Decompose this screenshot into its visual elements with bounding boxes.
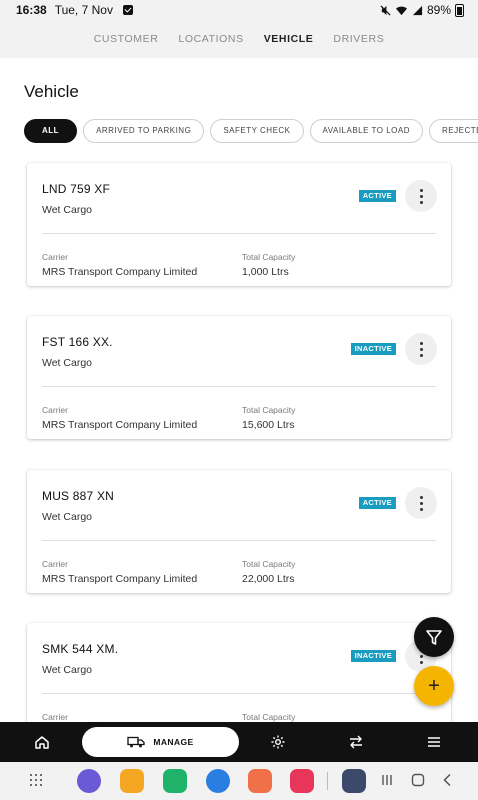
filter-icon: [426, 630, 442, 645]
filter-chip-safety-check[interactable]: SAFETY CHECK: [210, 119, 304, 143]
tab-customer[interactable]: CUSTOMER: [84, 33, 169, 45]
vehicle-cargo-type: Wet Cargo: [42, 664, 92, 676]
home-button-icon[interactable]: [411, 773, 425, 787]
wifi-icon: [395, 6, 407, 15]
status-badge: ACTIVE: [358, 497, 396, 509]
more-options-icon[interactable]: [405, 487, 437, 519]
card-divider: [42, 540, 436, 541]
plus-icon: +: [428, 675, 440, 697]
camera-app-icon[interactable]: [290, 769, 314, 793]
contacts-app-icon[interactable]: [248, 769, 272, 793]
nav-manage-button[interactable]: MANAGE: [82, 727, 239, 757]
signal-icon: [412, 5, 423, 15]
filter-fab[interactable]: [414, 617, 454, 657]
system-dock: [0, 762, 478, 800]
status-badge: INACTIVE: [350, 650, 396, 662]
carrier-label: Carrier: [42, 405, 68, 415]
vehicle-registration: LND 759 XF: [42, 182, 111, 196]
filter-chip-arrived-to-parking[interactable]: ARRIVED TO PARKING: [83, 119, 205, 143]
mute-icon: [380, 4, 391, 16]
filter-chip-rejected[interactable]: REJECTED: [429, 119, 478, 143]
more-options-icon[interactable]: [405, 333, 437, 365]
vehicle-cargo-type: Wet Cargo: [42, 204, 92, 216]
checkbox-notification-icon: [122, 5, 133, 15]
home-icon: [35, 736, 49, 749]
nav-transfer[interactable]: [336, 722, 376, 762]
bottom-nav: MANAGE: [0, 722, 478, 762]
menu-icon: [428, 737, 440, 747]
status-bar: 16:38 Tue, 7 Nov 89%: [0, 0, 478, 20]
swap-arrows-icon: [350, 735, 362, 749]
carrier-value: MRS Transport Company Limited: [42, 573, 198, 585]
battery-icon: [455, 3, 464, 17]
carrier-value: MRS Transport Company Limited: [42, 419, 198, 431]
vehicle-card[interactable]: FST 166 XX. Wet Cargo INACTIVE Carrier M…: [27, 316, 451, 439]
capacity-value: 22,000 Ltrs: [242, 573, 295, 585]
nav-home[interactable]: [22, 722, 62, 762]
tab-vehicle[interactable]: VEHICLE: [254, 33, 324, 45]
capacity-label: Total Capacity: [242, 405, 296, 415]
vehicle-card[interactable]: MUS 887 XN Wet Cargo ACTIVE Carrier MRS …: [27, 470, 451, 593]
nav-settings[interactable]: [258, 722, 298, 762]
vehicle-registration: SMK 544 XM.: [42, 642, 119, 656]
carrier-value: MRS Transport Company Limited: [42, 266, 198, 278]
back-button-icon[interactable]: [441, 773, 455, 787]
filter-chip-row: ALL ARRIVED TO PARKING SAFETY CHECK AVAI…: [24, 119, 478, 143]
status-badge: ACTIVE: [358, 190, 396, 202]
add-vehicle-fab[interactable]: +: [414, 666, 454, 706]
app-drawer-icon[interactable]: [30, 774, 44, 788]
truck-icon: [127, 736, 146, 748]
status-time: 16:38: [16, 3, 47, 17]
top-tab-bar: CUSTOMER LOCATIONS VEHICLE DRIVERS: [0, 20, 478, 58]
page-title: Vehicle: [24, 82, 79, 101]
capacity-label: Total Capacity: [242, 559, 296, 569]
card-divider: [42, 233, 436, 234]
carrier-label: Carrier: [42, 252, 68, 262]
more-options-icon[interactable]: [405, 180, 437, 212]
filter-chip-all[interactable]: ALL: [24, 119, 78, 143]
nav-manage-label: MANAGE: [153, 737, 194, 747]
phone-app-icon[interactable]: [163, 769, 187, 793]
card-divider: [42, 386, 436, 387]
recent-apps-icon[interactable]: [380, 773, 394, 787]
tab-locations[interactable]: LOCATIONS: [168, 33, 253, 45]
vehicle-card[interactable]: LND 759 XF Wet Cargo ACTIVE Carrier MRS …: [27, 163, 451, 286]
settings-app-icon[interactable]: [342, 769, 366, 793]
nav-menu[interactable]: [414, 722, 454, 762]
filter-chip-available-to-load[interactable]: AVAILABLE TO LOAD: [309, 119, 424, 143]
vehicle-cargo-type: Wet Cargo: [42, 357, 92, 369]
battery-percent: 89%: [426, 3, 451, 17]
tab-drivers[interactable]: DRIVERS: [323, 33, 394, 45]
gear-icon: [271, 735, 285, 749]
files-app-icon[interactable]: [120, 769, 144, 793]
dock-divider: [327, 772, 328, 790]
screen: 16:38 Tue, 7 Nov 89% CUSTOMER LOCATIONS …: [0, 0, 478, 800]
vehicle-registration: MUS 887 XN: [42, 489, 115, 503]
capacity-value: 15,600 Ltrs: [242, 419, 295, 431]
vehicle-registration: FST 166 XX.: [42, 335, 113, 349]
carrier-label: Carrier: [42, 559, 68, 569]
capacity-label: Total Capacity: [242, 712, 296, 722]
carrier-label: Carrier: [42, 712, 68, 722]
status-date: Tue, 7 Nov: [54, 3, 113, 17]
internet-app-icon[interactable]: [77, 769, 101, 793]
capacity-label: Total Capacity: [242, 252, 296, 262]
vehicle-cargo-type: Wet Cargo: [42, 511, 92, 523]
status-badge: INACTIVE: [350, 343, 396, 355]
messages-app-icon[interactable]: [206, 769, 230, 793]
card-divider: [42, 693, 436, 694]
capacity-value: 1,000 Ltrs: [242, 266, 289, 278]
